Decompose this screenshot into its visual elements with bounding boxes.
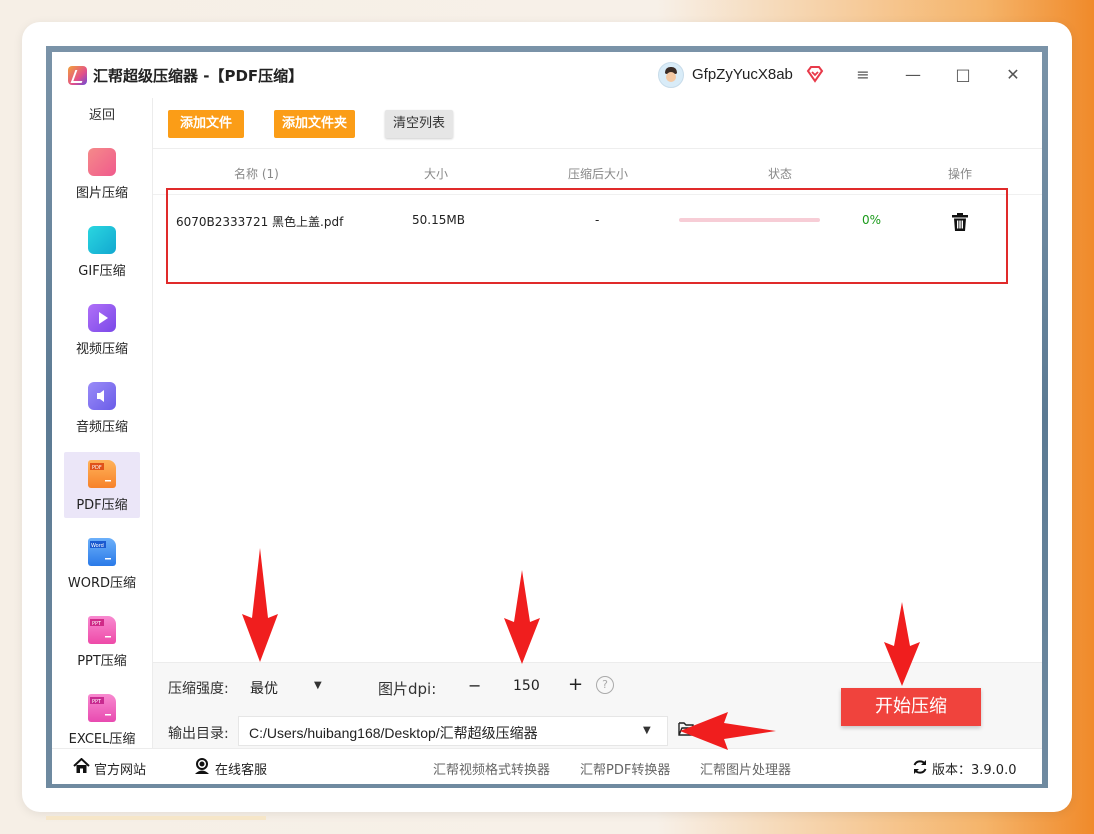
- file-size-cell: 50.15MB: [412, 213, 465, 227]
- annotation-arrow-icon: [680, 712, 776, 750]
- output-path-value: C:/Users/huibang168/Desktop/汇帮超级压缩器: [249, 725, 538, 741]
- menu-icon[interactable]: ≡: [852, 64, 874, 86]
- ppt-file-icon: PPT: [88, 616, 116, 644]
- highlight-box: [166, 188, 1008, 284]
- website-link[interactable]: 官方网站: [94, 759, 146, 778]
- progress-percent: 0%: [862, 213, 882, 227]
- strength-select[interactable]: 最优 ▼: [240, 670, 336, 700]
- file-name-cell: 6070B2333721 黑色上盖.pdf: [176, 215, 344, 229]
- svg-text:PPT: PPT: [92, 699, 102, 705]
- annotation-arrow-icon: [504, 570, 540, 664]
- svg-text:PPT: PPT: [92, 621, 102, 627]
- column-header-name[interactable]: 名称 (1): [234, 165, 279, 182]
- pdf-converter-link[interactable]: 汇帮PDF转换器: [580, 759, 670, 778]
- sidebar-item-label: WORD压缩: [67, 576, 137, 591]
- home-icon[interactable]: [73, 758, 90, 774]
- dpi-label: 图片dpi:: [378, 680, 437, 698]
- sidebar-item-label: 音频压缩: [75, 420, 128, 435]
- start-compress-button[interactable]: 开始压缩: [841, 688, 981, 726]
- version-label: 版本：3.9.0.0: [932, 763, 1017, 778]
- output-path-select[interactable]: C:/Users/huibang168/Desktop/汇帮超级压缩器 ▼: [238, 716, 668, 746]
- sidebar-item-image[interactable]: 图片压缩: [64, 140, 140, 206]
- progress-bar: [679, 218, 820, 222]
- sidebar-item-label: GIF压缩: [78, 264, 126, 279]
- word-file-icon: Word: [88, 538, 116, 566]
- minimize-icon[interactable]: —: [902, 64, 924, 86]
- clear-list-button[interactable]: 清空列表: [385, 110, 453, 138]
- sidebar-item-video[interactable]: 视频压缩: [64, 296, 140, 362]
- video-converter-link[interactable]: 汇帮视频格式转换器: [433, 759, 550, 778]
- sidebar-item-excel[interactable]: PPT EXCEL压缩: [64, 686, 140, 752]
- sidebar-item-pdf[interactable]: PDF PDF压缩: [64, 452, 140, 518]
- audio-speaker-icon: [88, 382, 116, 410]
- sidebar-item-gif[interactable]: GIF压缩: [64, 218, 140, 284]
- user-avatar-icon[interactable]: [658, 62, 684, 88]
- sidebar-item-label: 图片压缩: [75, 186, 128, 201]
- svg-text:Word: Word: [91, 543, 104, 549]
- title-bar: 汇帮超级压缩器 -【PDF压缩】 GfpZyYucX8ab ≡ — □ ✕: [52, 52, 1042, 98]
- strength-value: 最优: [250, 681, 278, 697]
- svg-text:PDF: PDF: [92, 465, 102, 471]
- help-icon[interactable]: ?: [596, 676, 614, 694]
- image-icon: [88, 148, 116, 176]
- window-title: 汇帮超级压缩器 -【PDF压缩】: [93, 67, 304, 85]
- support-link[interactable]: 在线客服: [215, 759, 267, 778]
- annotation-arrow-icon: [242, 548, 278, 662]
- annotation-arrow-icon: [884, 602, 920, 686]
- sidebar-item-label: 视频压缩: [75, 342, 128, 357]
- dpi-decrease-button[interactable]: −: [468, 676, 481, 695]
- close-icon[interactable]: ✕: [1002, 64, 1024, 86]
- divider: [153, 148, 1042, 149]
- vip-diamond-icon[interactable]: [806, 65, 824, 83]
- app-logo-icon: [68, 66, 87, 85]
- output-label: 输出目录:: [168, 726, 229, 742]
- gif-icon: [88, 226, 116, 254]
- compressed-size-cell: -: [595, 213, 600, 227]
- sidebar-item-label: EXCEL压缩: [68, 732, 136, 747]
- sidebar-item-ppt[interactable]: PPT PPT压缩: [64, 608, 140, 674]
- video-play-icon: [88, 304, 116, 332]
- refresh-icon[interactable]: [912, 759, 928, 775]
- decorative-strip: [46, 816, 266, 820]
- column-header-actions: 操作: [948, 167, 973, 181]
- username[interactable]: GfpZyYucX8ab: [692, 66, 793, 83]
- excel-file-icon: PPT: [88, 694, 116, 722]
- sidebar-item-label: PDF压缩: [76, 498, 128, 513]
- chevron-down-icon: ▼: [643, 725, 651, 736]
- dpi-value[interactable]: 150: [513, 678, 540, 694]
- add-file-button[interactable]: 添加文件: [168, 110, 244, 138]
- column-header-status: 状态: [768, 167, 793, 181]
- trash-icon[interactable]: [951, 212, 969, 232]
- strength-label: 压缩强度:: [168, 681, 229, 697]
- column-header-compressed-size[interactable]: 压缩后大小: [568, 165, 628, 182]
- image-processor-link[interactable]: 汇帮图片处理器: [700, 759, 791, 778]
- maximize-icon[interactable]: □: [952, 64, 974, 86]
- chevron-down-icon: ▼: [314, 680, 322, 691]
- add-folder-button[interactable]: 添加文件夹: [274, 110, 355, 138]
- column-header-size[interactable]: 大小: [424, 165, 448, 182]
- footer-bar: 官方网站 在线客服 汇帮视频格式转换器 汇帮PDF转换器 汇帮图片处理器 版本：…: [52, 748, 1042, 784]
- back-button[interactable]: 返回: [52, 104, 152, 123]
- sidebar-item-label: PPT压缩: [77, 654, 127, 669]
- sidebar-item-audio[interactable]: 音频压缩: [64, 374, 140, 440]
- sidebar-item-word[interactable]: Word WORD压缩: [64, 530, 140, 596]
- pdf-file-icon: PDF: [88, 460, 116, 488]
- sidebar: 返回 图片压缩 GIF压缩 视频压缩 音频压缩 PDF PDF压缩 Word W…: [52, 98, 153, 748]
- dpi-increase-button[interactable]: +: [568, 674, 583, 695]
- support-headset-icon[interactable]: [193, 758, 211, 774]
